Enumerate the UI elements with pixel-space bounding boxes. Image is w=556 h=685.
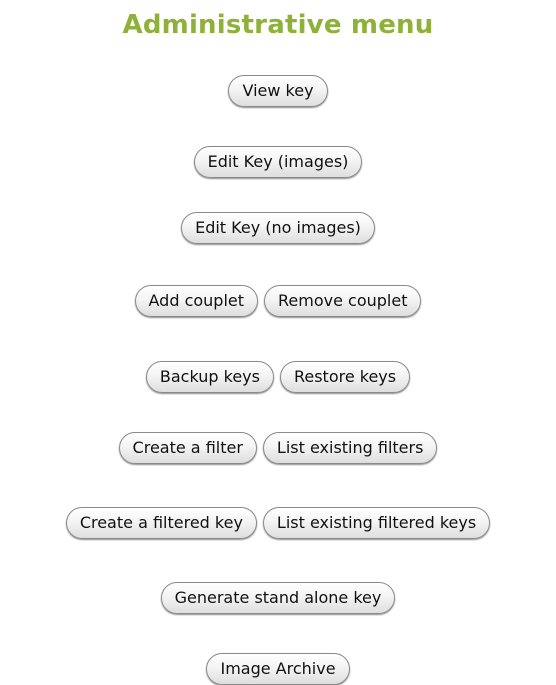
row-filters: Create a filter List existing filters [0, 432, 556, 464]
row-edit-key-no-images: Edit Key (no images) [0, 212, 556, 244]
row-backup: Backup keys Restore keys [0, 361, 556, 393]
edit-key-images-button[interactable]: Edit Key (images) [193, 146, 363, 178]
backup-keys-button[interactable]: Backup keys [145, 361, 274, 393]
image-archive-button[interactable]: Image Archive [206, 653, 350, 685]
add-couplet-button[interactable]: Add couplet [134, 285, 259, 317]
restore-keys-button[interactable]: Restore keys [279, 361, 411, 393]
list-filters-button[interactable]: List existing filters [262, 432, 438, 464]
row-couplet: Add couplet Remove couplet [0, 285, 556, 317]
page-title: Administrative menu [122, 10, 434, 40]
row-view-key: View key [0, 75, 556, 107]
edit-key-no-images-button[interactable]: Edit Key (no images) [181, 212, 375, 244]
create-filter-button[interactable]: Create a filter [118, 432, 257, 464]
create-filtered-key-button[interactable]: Create a filtered key [65, 507, 257, 539]
remove-couplet-button[interactable]: Remove couplet [264, 285, 422, 317]
view-key-button[interactable]: View key [228, 75, 328, 107]
row-filtered-keys: Create a filtered key List existing filt… [0, 507, 556, 539]
list-filtered-keys-button[interactable]: List existing filtered keys [262, 507, 491, 539]
row-edit-key-images: Edit Key (images) [0, 146, 556, 178]
row-standalone: Generate stand alone key [0, 582, 556, 614]
generate-standalone-key-button[interactable]: Generate stand alone key [160, 582, 396, 614]
row-image-archive: Image Archive [0, 653, 556, 685]
